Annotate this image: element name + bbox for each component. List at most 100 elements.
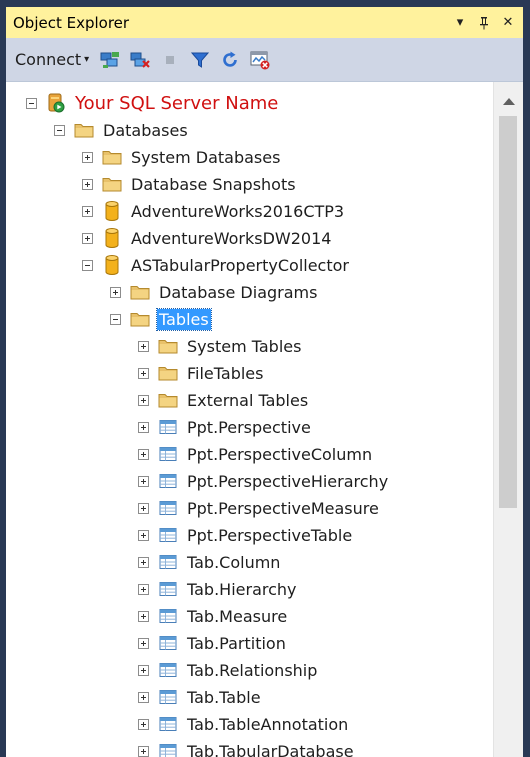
expand-icon[interactable]	[82, 151, 93, 163]
table-icon	[158, 580, 178, 598]
tree-node-label: System Databases	[131, 147, 281, 167]
expand-icon[interactable]	[138, 556, 149, 568]
tree-node[interactable]: Tab.Table	[138, 684, 263, 710]
expand-icon[interactable]	[82, 178, 93, 190]
tree-node-label: External Tables	[187, 390, 309, 410]
collapse-icon[interactable]	[110, 313, 121, 325]
tree-node[interactable]: External Tables	[138, 387, 310, 413]
expand-icon[interactable]	[138, 610, 149, 622]
tree-node[interactable]: Database Diagrams	[110, 279, 319, 305]
expand-icon[interactable]	[138, 637, 149, 649]
tree-node[interactable]: Ppt.PerspectiveMeasure	[138, 495, 381, 521]
expand-icon[interactable]	[138, 691, 149, 703]
tree-node-label: Ppt.PerspectiveHierarchy	[187, 471, 389, 491]
folder-icon	[74, 121, 94, 139]
tree-node-label: Ppt.PerspectiveTable	[187, 525, 353, 545]
panel-title-bar[interactable]: Object Explorer ▾ ✕	[6, 7, 523, 38]
expand-icon[interactable]	[138, 475, 149, 487]
tree-node-label: Tab.Hierarchy	[187, 579, 297, 599]
tree-node[interactable]: Tab.Relationship	[138, 657, 319, 683]
collapse-icon[interactable]	[26, 97, 37, 109]
tree-node[interactable]: Tables	[110, 306, 212, 332]
stop-icon[interactable]	[159, 49, 181, 71]
connect-object-icon[interactable]	[99, 49, 121, 71]
vertical-scrollbar[interactable]	[493, 82, 523, 757]
tree-node[interactable]: Databases	[54, 117, 190, 143]
tree-node-label: Database Snapshots	[131, 174, 296, 194]
table-icon	[158, 553, 178, 571]
expand-icon[interactable]	[82, 205, 93, 217]
tree-node[interactable]: Tab.Hierarchy	[138, 576, 299, 602]
expand-icon[interactable]	[82, 232, 93, 244]
expand-icon[interactable]	[138, 583, 149, 595]
server-icon	[46, 93, 66, 113]
collapse-icon[interactable]	[54, 124, 65, 136]
activity-monitor-icon[interactable]	[249, 49, 271, 71]
connect-button[interactable]: Connect ▾	[15, 50, 89, 69]
refresh-icon[interactable]	[219, 49, 241, 71]
scrollbar-thumb[interactable]	[499, 116, 517, 508]
expand-icon[interactable]	[138, 448, 149, 460]
connect-label: Connect	[15, 50, 82, 69]
tree-node[interactable]: Ppt.Perspective	[138, 414, 313, 440]
expand-icon[interactable]	[138, 502, 149, 514]
tree-node[interactable]: Tab.Column	[138, 549, 282, 575]
collapse-icon[interactable]	[82, 259, 93, 271]
tree-node[interactable]: Tab.Partition	[138, 630, 288, 656]
tree-node-label: AdventureWorksDW2014	[131, 228, 332, 248]
disconnect-icon[interactable]	[129, 49, 151, 71]
table-icon	[158, 715, 178, 733]
database-icon	[102, 201, 122, 221]
expand-icon[interactable]	[138, 745, 149, 757]
tree-node-label: Tables	[156, 307, 212, 331]
database-icon	[102, 228, 122, 248]
tree-node-label: Ppt.PerspectiveMeasure	[187, 498, 379, 518]
tree-node[interactable]: Ppt.PerspectiveColumn	[138, 441, 374, 467]
expand-icon[interactable]	[138, 421, 149, 433]
tree-node[interactable]: AdventureWorks2016CTP3	[82, 198, 346, 224]
explorer-toolbar: Connect ▾	[6, 38, 523, 82]
tree-node[interactable]: Ppt.PerspectiveTable	[138, 522, 354, 548]
tree-node[interactable]: System Tables	[138, 333, 303, 359]
expand-icon[interactable]	[138, 394, 149, 406]
filter-icon[interactable]	[189, 49, 211, 71]
tree-node[interactable]: ASTabularPropertyCollector	[82, 252, 351, 278]
table-icon	[158, 472, 178, 490]
expand-icon[interactable]	[138, 664, 149, 676]
pin-icon[interactable]	[475, 14, 493, 32]
tree-node[interactable]: Tab.TabularDatabase	[138, 738, 356, 757]
panel-title: Object Explorer	[13, 13, 130, 32]
folder-icon	[130, 310, 150, 328]
expand-icon[interactable]	[110, 286, 121, 298]
expand-icon[interactable]	[138, 367, 149, 379]
tree-node-label: Ppt.PerspectiveColumn	[187, 444, 373, 464]
close-icon[interactable]: ✕	[499, 14, 517, 32]
expand-icon[interactable]	[138, 529, 149, 541]
panel-title-controls: ▾ ✕	[451, 7, 517, 38]
tree-node[interactable]: System Databases	[82, 144, 282, 170]
folder-icon	[158, 364, 178, 382]
chevron-down-icon: ▾	[84, 54, 90, 65]
folder-icon	[130, 283, 150, 301]
tree-node-label: Tab.Partition	[187, 633, 286, 653]
database-icon	[102, 255, 122, 275]
tree-node[interactable]: Tab.TableAnnotation	[138, 711, 350, 737]
tree-node-label: Databases	[103, 120, 188, 140]
table-icon	[158, 607, 178, 625]
folder-icon	[102, 175, 122, 193]
scroll-up-arrow-icon[interactable]	[503, 98, 515, 105]
table-icon	[158, 634, 178, 652]
window-position-menu-icon[interactable]: ▾	[451, 14, 469, 32]
tree-node-label: Tab.Column	[187, 552, 281, 572]
tree-node-label: Tab.TableAnnotation	[187, 714, 349, 734]
tree-node[interactable]: Database Snapshots	[82, 171, 298, 197]
object-explorer-panel: Object Explorer ▾ ✕ Connect ▾ Your SQL S…	[6, 7, 523, 757]
tree-node-label: System Tables	[187, 336, 302, 356]
tree-node[interactable]: Ppt.PerspectiveHierarchy	[138, 468, 390, 494]
tree-node[interactable]: AdventureWorksDW2014	[82, 225, 333, 251]
expand-icon[interactable]	[138, 340, 149, 352]
tree-node[interactable]: Tab.Measure	[138, 603, 289, 629]
tree-node[interactable]: Your SQL Server Name	[26, 90, 280, 116]
tree-node[interactable]: FileTables	[138, 360, 265, 386]
expand-icon[interactable]	[138, 718, 149, 730]
